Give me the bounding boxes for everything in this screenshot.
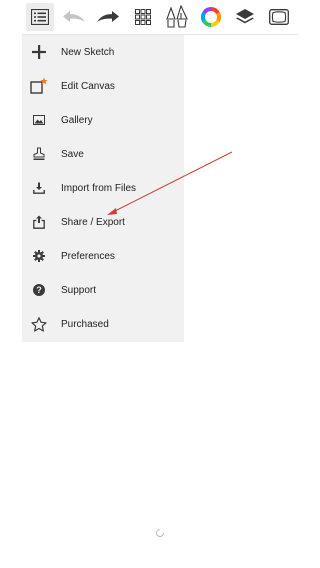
redo-button[interactable] [94, 3, 122, 31]
menu-item-label: Edit Canvas [61, 80, 115, 92]
gear-icon [30, 247, 48, 265]
undo-button[interactable] [60, 3, 88, 31]
menu-item-save[interactable]: Save [22, 137, 184, 171]
menu-item-new-sketch[interactable]: New Sketch [22, 35, 184, 69]
menu-item-purchased[interactable]: Purchased [22, 307, 184, 341]
redo-arrow-icon [96, 10, 120, 24]
menu-item-label: Save [61, 148, 84, 160]
svg-text:?: ? [36, 285, 42, 295]
menu-item-support[interactable]: ? Support [22, 273, 184, 307]
menu-list-button[interactable] [26, 3, 54, 31]
gallery-icon [30, 111, 48, 129]
save-stamp-icon [30, 145, 48, 163]
menu-item-preferences[interactable]: Preferences [22, 239, 184, 273]
loading-spinner-icon [156, 529, 164, 537]
menu-item-label: Share / Export [61, 216, 125, 228]
menu-item-import-from-files[interactable]: Import from Files [22, 171, 184, 205]
share-icon [30, 213, 48, 231]
canvas-edit-icon [30, 77, 48, 95]
grid-icon [135, 9, 151, 25]
menu-item-label: Support [61, 284, 97, 296]
grid-button[interactable] [129, 3, 157, 31]
main-menu: New Sketch Edit Canvas Gallery Save Impo… [22, 35, 184, 342]
app-screen: New Sketch Edit Canvas Gallery Save Impo… [0, 0, 320, 568]
top-toolbar [22, 0, 298, 35]
color-wheel-icon [201, 7, 221, 27]
star-icon [30, 315, 48, 333]
pen-nib-icon [166, 5, 188, 29]
import-icon [30, 179, 48, 197]
menu-item-label: Preferences [61, 250, 115, 262]
menu-item-edit-canvas[interactable]: Edit Canvas [22, 69, 184, 103]
plus-icon [30, 43, 48, 61]
screen-frame-icon [269, 9, 289, 25]
color-button[interactable] [197, 3, 225, 31]
menu-item-label: Gallery [61, 114, 93, 126]
undo-arrow-icon [62, 10, 86, 24]
menu-item-label: Purchased [61, 318, 109, 330]
menu-item-label: Import from Files [61, 182, 137, 194]
menu-item-gallery[interactable]: Gallery [22, 103, 184, 137]
help-icon: ? [30, 281, 48, 299]
brushes-button[interactable] [163, 3, 191, 31]
layers-icon [235, 8, 255, 26]
list-icon [31, 9, 49, 25]
menu-item-label: New Sketch [61, 46, 115, 58]
canvas-view-button[interactable] [265, 3, 293, 31]
layers-button[interactable] [231, 3, 259, 31]
menu-item-share-export[interactable]: Share / Export [22, 205, 184, 239]
